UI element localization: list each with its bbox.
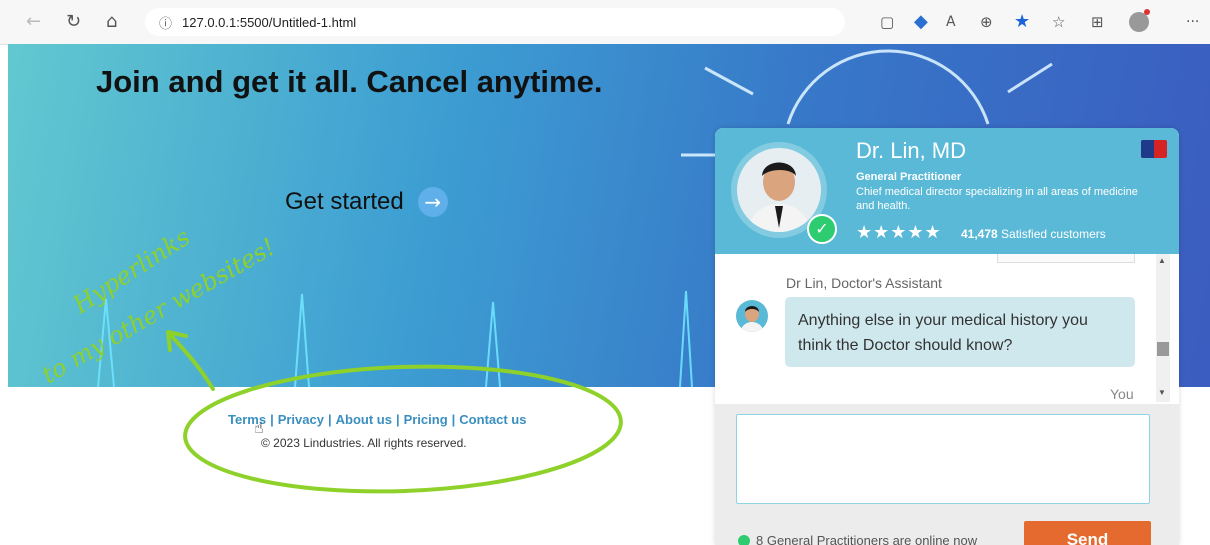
flag-icon [1141, 140, 1167, 158]
more-icon[interactable]: ··· [1186, 12, 1199, 32]
doctor-avatar: ✓ [731, 142, 837, 244]
site-info-icon[interactable]: ⓘ [159, 13, 172, 32]
pulse-line [97, 298, 115, 387]
message-input[interactable] [736, 414, 1150, 504]
footer-link-about[interactable]: About us [336, 412, 392, 427]
message-sender: Dr Lin, Doctor's Assistant [786, 275, 942, 291]
scroll-up-icon[interactable]: ▲ [1158, 256, 1166, 265]
online-status: 8 General Practitioners are online now [738, 533, 977, 545]
link-separator: | [270, 412, 274, 427]
chat-widget: ✓ Dr. Lin, MD General Practitioner Chief… [715, 128, 1179, 545]
read-aloud-icon[interactable]: A [946, 12, 956, 32]
customer-count-number: 41,478 [961, 227, 998, 241]
address-bar[interactable]: ⓘ 127.0.0.1:5500/Untitled-1.html [145, 8, 845, 36]
footer-link-pricing[interactable]: Pricing [404, 412, 448, 427]
send-button[interactable]: Send [1024, 521, 1151, 545]
previous-message-bubble [997, 254, 1135, 263]
favorites-list-icon[interactable]: ☆ [1052, 12, 1065, 32]
footer-link-contact[interactable]: Contact us [459, 412, 526, 427]
ray-line [1007, 62, 1053, 94]
message-list[interactable]: Dr Lin, Doctor's Assistant Anything else… [715, 254, 1179, 404]
message-text: Anything else in your medical history yo… [798, 312, 1088, 354]
online-text: 8 General Practitioners are online now [756, 533, 978, 545]
verified-check-icon: ✓ [807, 214, 837, 244]
home-icon[interactable]: ⌂ [106, 12, 117, 32]
footer-links: Terms | Privacy | About us | Pricing | Contact u… [228, 412, 526, 427]
arrow-right-icon: → [417, 187, 448, 217]
doctor-photo [737, 148, 821, 232]
sun-arc [786, 49, 990, 125]
online-dot-icon [738, 534, 750, 545]
page-content: Join and get it all. Cancel anytime. Get… [8, 44, 1210, 545]
you-label: You [1110, 386, 1134, 402]
link-separator: | [327, 412, 332, 427]
footer-link-privacy[interactable]: Privacy [278, 412, 324, 427]
hand-cursor-icon: ☝ [254, 418, 264, 437]
url-text[interactable]: 127.0.0.1:5500/Untitled-1.html [182, 15, 356, 30]
rating-stars-icon: ★★★★★ [856, 222, 942, 243]
doctor-description: Chief medical director specializing in a… [856, 186, 1138, 212]
customer-count-label: Satisfied customers [1001, 227, 1106, 241]
get-started-button[interactable]: Get started → [285, 187, 448, 217]
scroll-down-icon[interactable]: ▼ [1158, 388, 1166, 397]
profile-icon[interactable] [1129, 12, 1149, 32]
hero-title: Join and get it all. Cancel anytime. [96, 64, 603, 99]
refresh-icon[interactable]: ↻ [66, 12, 81, 32]
customer-count: 41,478 Satisfied customers [961, 227, 1106, 241]
doctor-name: Dr. Lin, MD [856, 138, 967, 163]
message-scrollbar[interactable]: ▲ ▼ [1156, 254, 1170, 402]
doctor-specialty: General Practitioner [856, 171, 962, 183]
scroll-thumb[interactable] [1157, 342, 1169, 356]
pulse-line [485, 301, 501, 387]
copyright-text: © 2023 Lindustries. All rights reserved. [261, 436, 467, 450]
get-started-label: Get started [285, 188, 404, 215]
favorite-star-icon[interactable]: ★ [1014, 12, 1030, 32]
pulse-line [294, 293, 310, 387]
link-separator: | [451, 412, 456, 427]
doctor-portrait-icon [747, 162, 811, 232]
tab-actions-icon[interactable]: ▢ [880, 12, 894, 32]
compose-area: 8 General Practitioners are online now S… [715, 404, 1179, 545]
message-bubble: Anything else in your medical history yo… [785, 297, 1135, 367]
pulse-line [679, 290, 693, 387]
tag-icon[interactable]: ◆ [914, 12, 928, 32]
collections-icon[interactable]: ⊞ [1091, 12, 1104, 32]
zoom-icon[interactable]: ⊕ [980, 12, 993, 32]
assistant-avatar [736, 300, 768, 332]
notification-dot [1144, 9, 1150, 15]
ray-line [704, 66, 754, 96]
browser-toolbar: ← ↻ ⌂ ⓘ 127.0.0.1:5500/Untitled-1.html ▢… [0, 0, 1210, 45]
link-separator: | [395, 412, 400, 427]
assistant-portrait-icon [740, 306, 764, 332]
chat-header: ✓ Dr. Lin, MD General Practitioner Chief… [715, 128, 1179, 254]
back-icon[interactable]: ← [26, 12, 41, 32]
